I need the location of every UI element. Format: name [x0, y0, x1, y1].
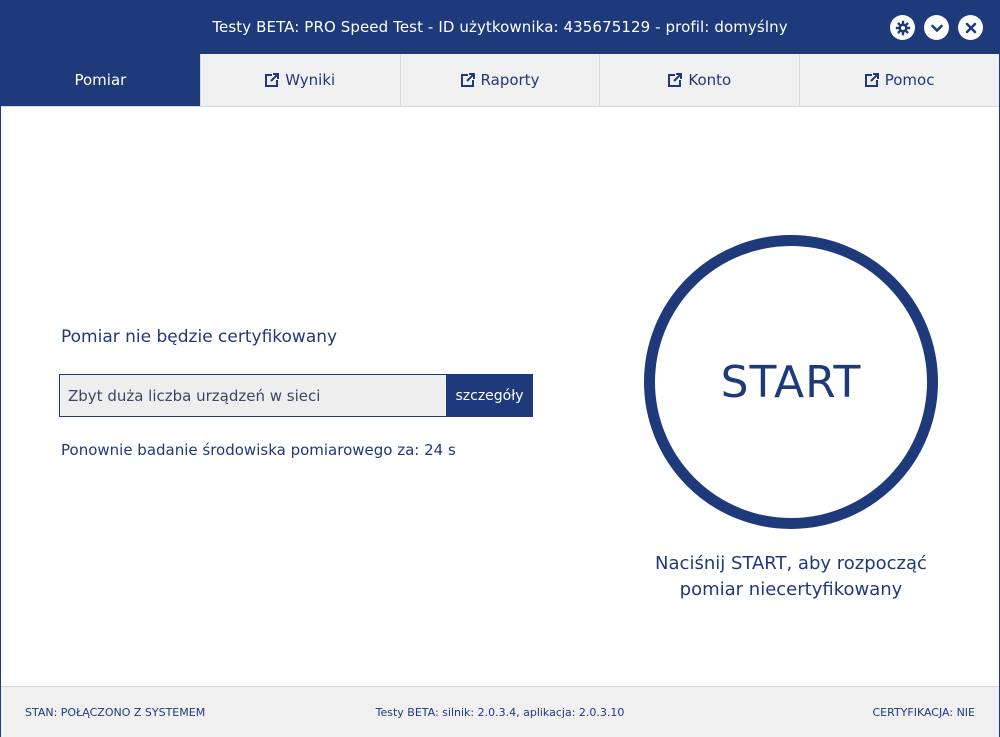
tab-wyniki[interactable]: Wyniki: [199, 54, 400, 106]
warning-text: Zbyt duża liczba urządzeń w sieci: [68, 387, 321, 405]
start-hint-line: Naciśnij START, aby rozpocząć: [655, 553, 927, 574]
connection-status: STAN: POŁĄCZONO Z SYSTEMEM: [25, 706, 206, 719]
start-hint: Naciśnij START, aby rozpocząć pomiar nie…: [601, 551, 981, 603]
tab-label: Raporty: [480, 71, 540, 89]
gear-icon: [895, 20, 911, 36]
close-button[interactable]: [958, 15, 983, 40]
external-link-icon: [460, 73, 475, 87]
chevron-down-icon: [930, 21, 944, 35]
external-link-icon: [265, 73, 280, 87]
tab-pomoc[interactable]: Pomoc: [799, 54, 999, 106]
start-label: START: [720, 356, 862, 408]
minimize-button[interactable]: [924, 15, 949, 40]
window-title: Testy BETA: PRO Speed Test - ID użytkown…: [212, 18, 788, 36]
start-hint-line: pomiar niecertyfikowany: [679, 579, 903, 600]
certification-status: CERTYFIKACJA: NIE: [872, 706, 975, 719]
close-icon: [964, 21, 978, 35]
tab-label: Wyniki: [285, 71, 336, 89]
retest-countdown: Ponownie badanie środowiska pomiarowego …: [61, 441, 456, 459]
external-link-icon: [864, 73, 879, 87]
app-window: Testy BETA: PRO Speed Test - ID użytkown…: [0, 0, 1000, 737]
start-button[interactable]: START: [644, 235, 938, 529]
settings-button[interactable]: [890, 15, 915, 40]
warning-box: Zbyt duża liczba urządzeń w sieci szczeg…: [59, 374, 533, 417]
tab-label: Pomiar: [74, 71, 127, 89]
tab-pomiar[interactable]: Pomiar: [1, 54, 200, 106]
external-link-icon: [668, 73, 683, 87]
tab-konto[interactable]: Konto: [599, 54, 799, 106]
tab-label: Pomoc: [884, 71, 935, 89]
tab-label: Konto: [688, 71, 732, 89]
certification-heading: Pomiar nie będzie certyfikowany: [61, 327, 338, 347]
status-bar: Testy BETA: silnik: 2.0.3.4, aplikacja: …: [1, 686, 999, 737]
main-tabs: Pomiar Wyniki Raporty Konto Pomoc: [1, 54, 999, 107]
tab-raporty[interactable]: Raporty: [399, 54, 600, 106]
title-bar[interactable]: Testy BETA: PRO Speed Test - ID użytkown…: [1, 1, 999, 54]
details-button[interactable]: szczegóły: [446, 374, 533, 417]
